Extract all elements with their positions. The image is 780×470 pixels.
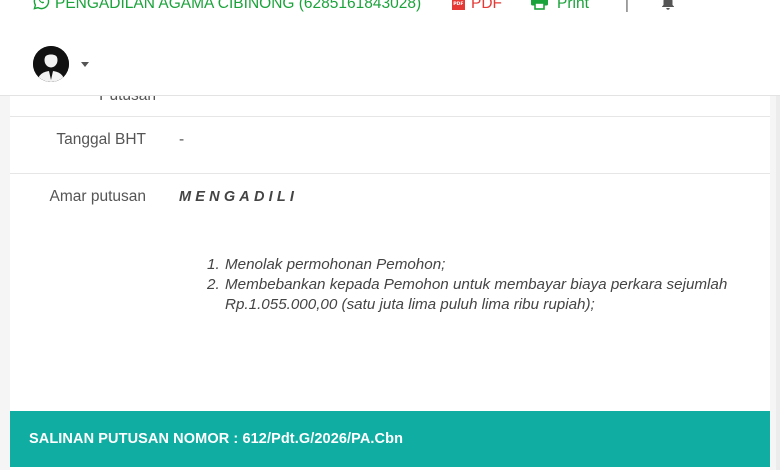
list-item-text: Membebankan kepada Pemohon untuk membaya… bbox=[225, 276, 728, 313]
list-item: 2. Membebankan kepada Pemohon untuk memb… bbox=[207, 275, 747, 315]
svg-text:PDF: PDF bbox=[453, 1, 463, 7]
top-bar: PENGADILAN AGAMA CIBINONG (6285161843028… bbox=[0, 0, 780, 96]
user-avatar bbox=[33, 46, 69, 82]
tanggal-bht-label: Tanggal BHT bbox=[56, 131, 146, 148]
salinan-putusan-bar[interactable]: SALINAN PUTUSAN NOMOR : 612/Pdt.G/2026/P… bbox=[10, 411, 770, 467]
list-item: 1. Menolak permohonan Pemohon; bbox=[207, 255, 747, 275]
amar-list: 1. Menolak permohonan Pemohon; 2. Membeb… bbox=[207, 255, 747, 315]
scrollbar-track[interactable] bbox=[776, 96, 780, 470]
case-detail-panel: Putusan Tanggal BHT - Amar putusan MENGA… bbox=[10, 96, 770, 470]
whatsapp-icon bbox=[33, 0, 50, 15]
salinan-putusan-label: SALINAN PUTUSAN NOMOR : 612/Pdt.G/2026/P… bbox=[29, 431, 404, 447]
user-menu[interactable] bbox=[33, 46, 89, 82]
bell-icon[interactable] bbox=[660, 0, 676, 11]
toolbar-separator: | bbox=[625, 0, 629, 13]
putusan-label: Putusan bbox=[99, 96, 156, 105]
print-button[interactable]: Print bbox=[531, 0, 589, 17]
top-links: PENGADILAN AGAMA CIBINONG (6285161843028… bbox=[0, 0, 780, 17]
amar-putusan-label: Amar putusan bbox=[49, 188, 147, 205]
print-label: Print bbox=[557, 0, 589, 12]
row-divider bbox=[10, 173, 770, 174]
caret-down-icon bbox=[81, 61, 89, 67]
pdf-label: PDF bbox=[471, 0, 502, 12]
whatsapp-contact-label: PENGADILAN AGAMA CIBINONG (6285161843028… bbox=[55, 0, 422, 12]
whatsapp-contact-link[interactable]: PENGADILAN AGAMA CIBINONG (6285161843028… bbox=[33, 0, 421, 17]
pdf-file-icon: PDF bbox=[452, 0, 465, 15]
list-item-number: 1. bbox=[207, 256, 220, 273]
printer-icon bbox=[531, 0, 548, 15]
tanggal-bht-value: - bbox=[179, 131, 185, 148]
row-divider bbox=[10, 116, 770, 117]
list-item-number: 2. bbox=[207, 276, 220, 293]
amar-title: MENGADILI bbox=[179, 189, 299, 205]
clipped-row: Putusan bbox=[10, 96, 770, 116]
list-item-text: Menolak permohonan Pemohon; bbox=[225, 256, 446, 273]
pdf-button[interactable]: PDF PDF bbox=[452, 0, 502, 17]
